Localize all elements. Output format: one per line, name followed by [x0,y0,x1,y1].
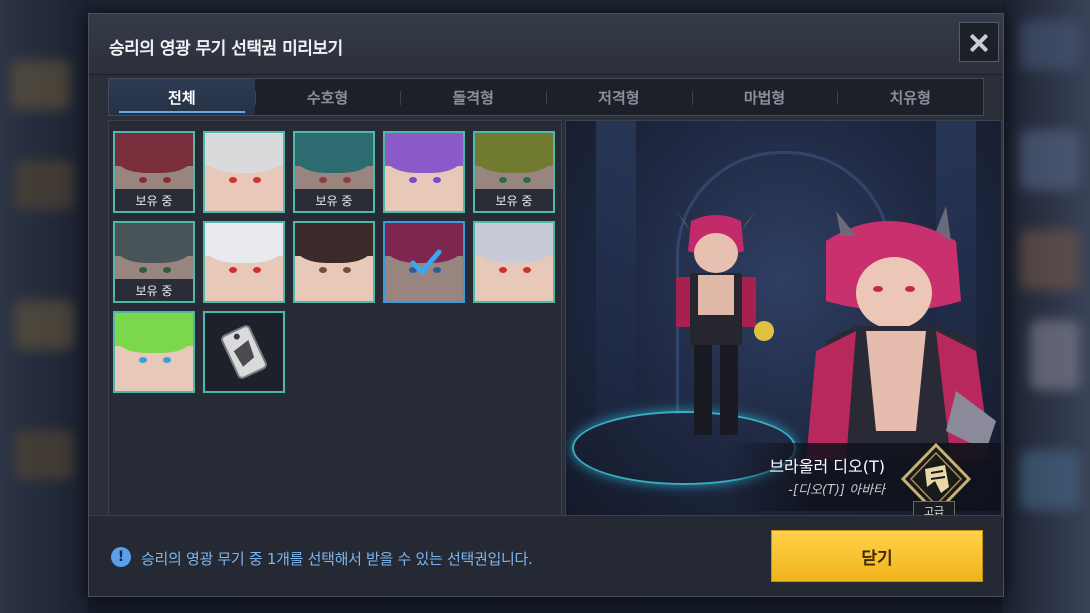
grade-label: 고급 [913,501,955,515]
owned-badge: 보유 중 [115,189,193,211]
character-portrait [385,133,463,211]
tab-healer[interactable]: 치유형 [837,79,983,115]
tab-sniper[interactable]: 저격형 [546,79,692,115]
grid-item-character[interactable] [383,221,465,303]
grid-item-character[interactable] [203,131,285,213]
close-button[interactable]: 닫기 [771,530,983,582]
grid-item-weapon-ticket[interactable] [203,311,285,393]
background-left [0,0,88,613]
grid-item-character[interactable]: 보유 중 [293,131,375,213]
owned-badge: 보유 중 [475,189,553,211]
tab-assault[interactable]: 돌격형 [400,79,546,115]
tab-all[interactable]: 전체 [109,79,255,115]
character-large-figure [806,206,996,461]
tab-magic[interactable]: 마법형 [691,79,838,115]
dialog-titlebar: 승리의 영광 무기 선택권 미리보기 [89,14,1003,75]
dialog-title: 승리의 영광 무기 선택권 미리보기 [109,39,343,59]
background-right [1002,0,1090,613]
character-preview: 브라울러 디오(T) -[디오(T)] 아바타 고급 [565,120,1002,516]
close-x-button[interactable] [959,22,999,62]
grid-item-character[interactable] [293,221,375,303]
character-portrait [295,223,373,301]
grid-item-character[interactable]: 보유 중 [113,221,195,303]
info-message: 승리의 영광 무기 중 1개를 선택해서 받을 수 있는 선택권입니다. [141,550,533,568]
character-portrait [205,133,283,211]
checkmark-icon [410,249,442,276]
grid-item-character[interactable]: 보유 중 [113,131,195,213]
grid-item-character[interactable]: 보유 중 [473,131,555,213]
weapon-ticket-preview-dialog: 승리의 영광 무기 선택권 미리보기 전체 수호형 돌격형 저격형 마법형 치유… [88,13,1004,597]
character-grid: 보유 중 보유 중 보유 중 보유 중 [108,120,562,516]
weapon-tag-icon [221,325,267,379]
character-portrait [205,223,283,301]
grid-item-character[interactable] [383,131,465,213]
character-small-figure [676,211,774,435]
character-portrait [115,313,193,391]
tab-guardian[interactable]: 수호형 [254,79,401,115]
grid-item-character[interactable] [113,311,195,393]
dialog-footer: ! 승리의 영광 무기 중 1개를 선택해서 받을 수 있는 선택권입니다. 닫… [89,515,1003,596]
avatar-subtitle: -[디오(T)] 아바타 [788,483,885,498]
owned-badge: 보유 중 [115,279,193,301]
character-name: 브라울러 디오(T) [769,457,885,476]
character-portrait [475,223,553,301]
grid-item-character[interactable] [473,221,555,303]
grid-item-character[interactable] [203,221,285,303]
owned-badge: 보유 중 [295,189,373,211]
class-filter-tabs: 전체 수호형 돌격형 저격형 마법형 치유형 [108,78,984,116]
info-icon: ! [111,547,131,567]
